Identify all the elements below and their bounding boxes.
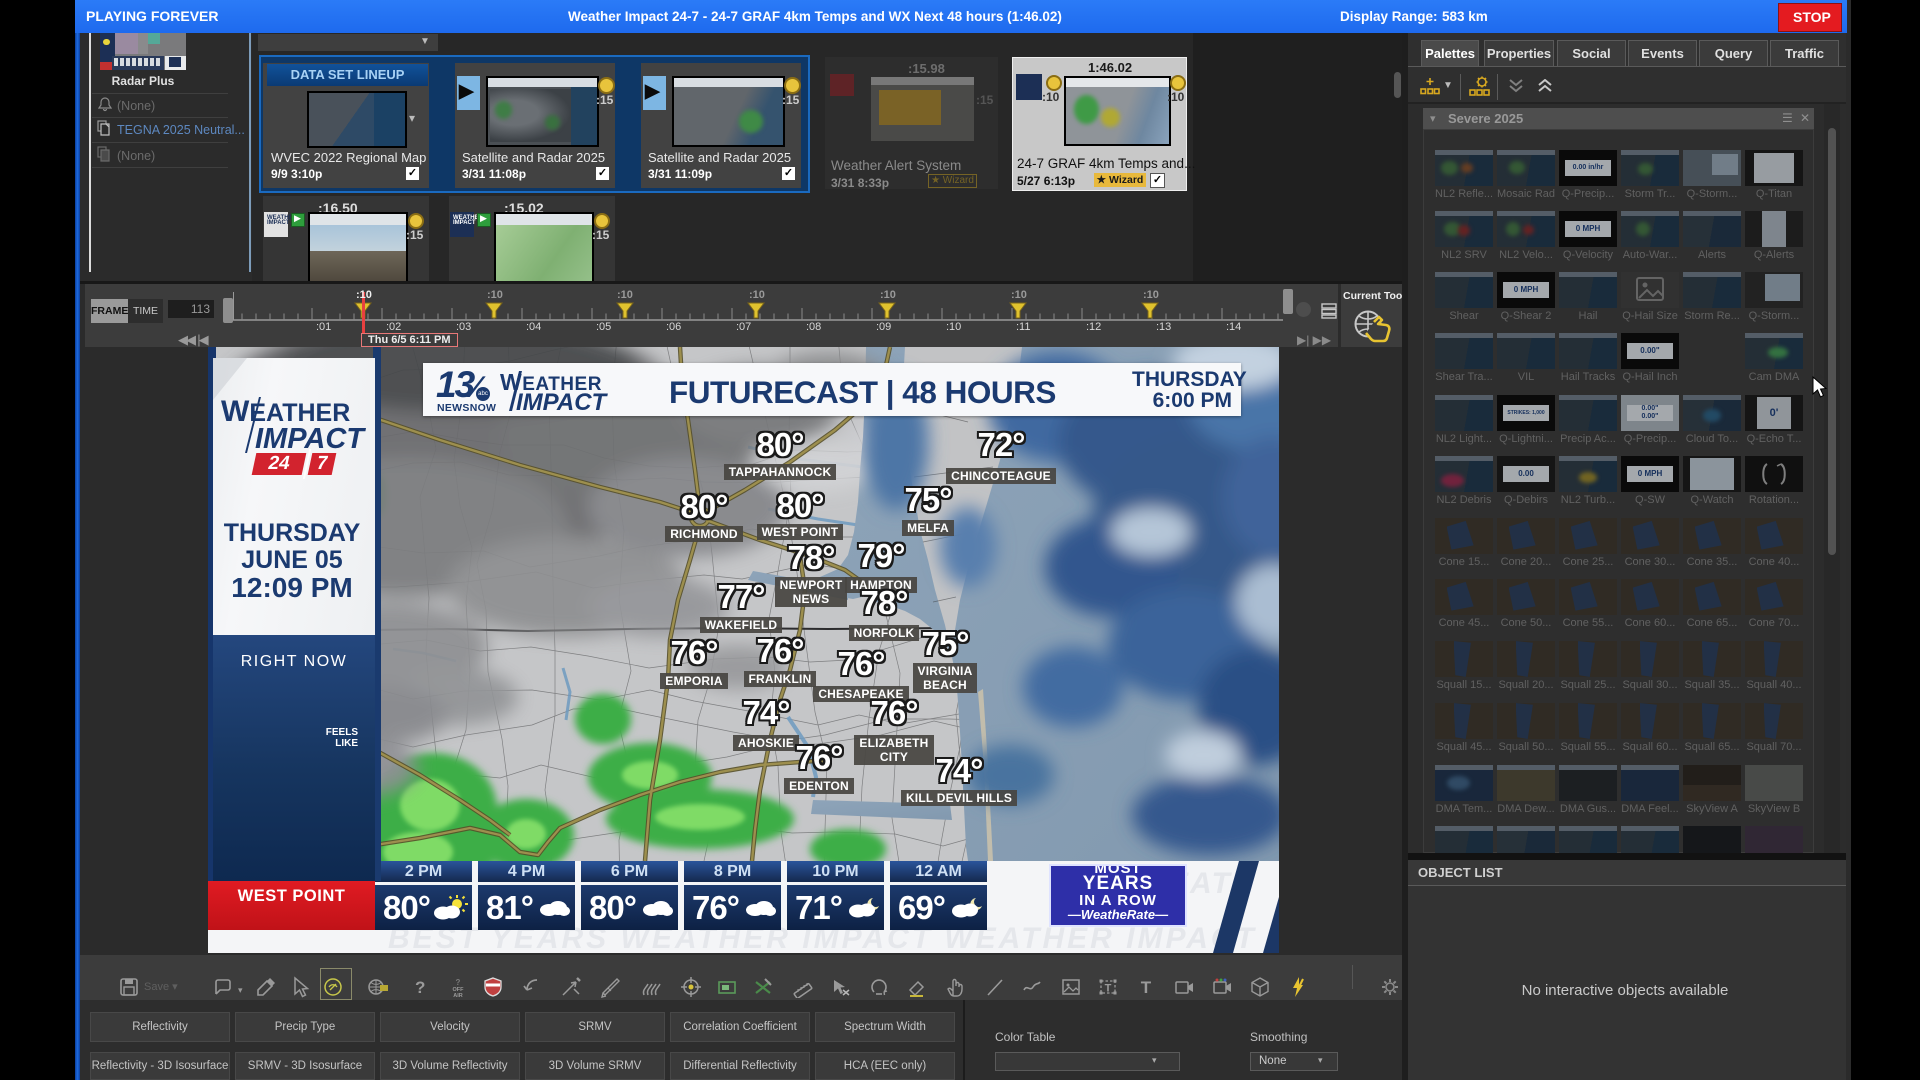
svg-text:AIR: AIR (453, 993, 463, 998)
svg-text:?: ? (415, 978, 425, 997)
svg-text:T: T (1105, 983, 1112, 995)
svg-text:?: ? (456, 978, 461, 987)
svg-text:T: T (1141, 978, 1152, 997)
